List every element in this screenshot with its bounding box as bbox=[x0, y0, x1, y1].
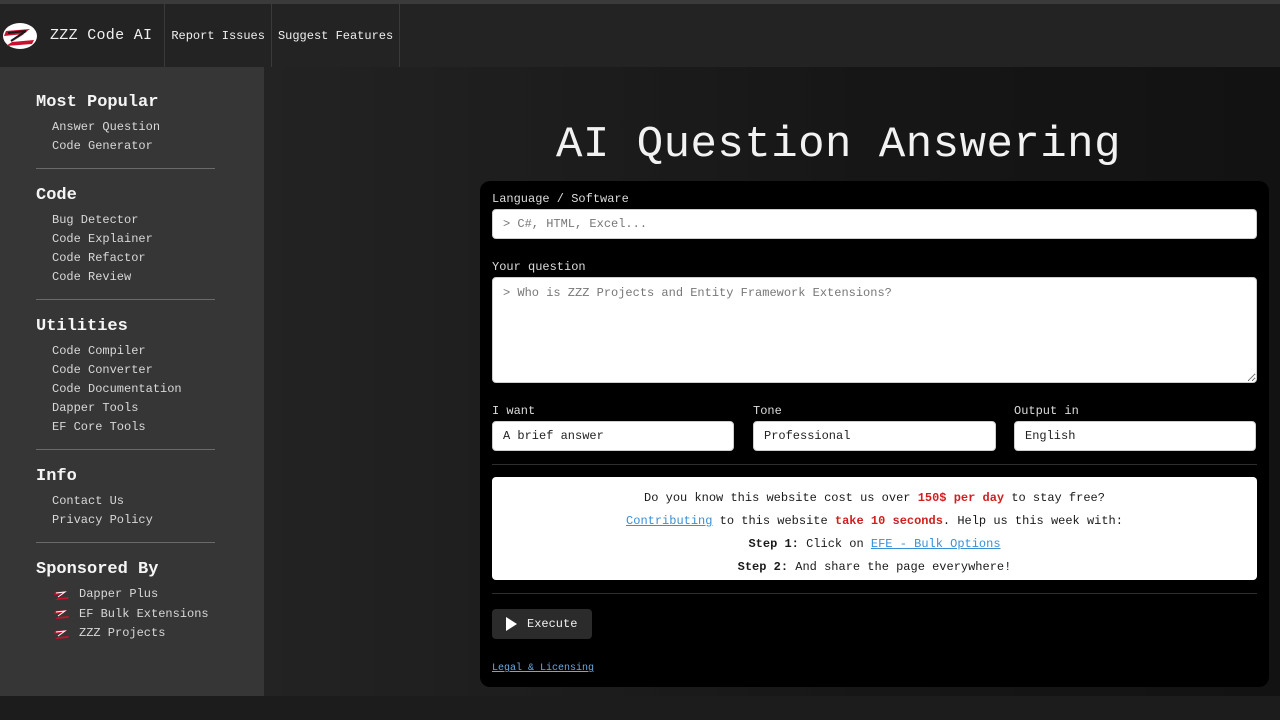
notice-step-1: Step 1: Click on EFE - Bulk Options bbox=[492, 533, 1257, 556]
sidebar-item-code-explainer[interactable]: Code Explainer bbox=[36, 230, 264, 249]
zzz-logo-icon bbox=[54, 590, 69, 600]
sidebar-item-dapper-tools[interactable]: Dapper Tools bbox=[36, 399, 264, 418]
play-icon bbox=[506, 617, 517, 631]
notice-text: to this website bbox=[712, 514, 835, 528]
language-label: Language / Software bbox=[492, 192, 629, 206]
notice-highlight: 150$ per day bbox=[917, 491, 1005, 505]
sponsor-label: EF Bulk Extensions bbox=[79, 606, 209, 621]
sidebar-item-contact-us[interactable]: Contact Us bbox=[36, 492, 264, 511]
zzz-logo-icon bbox=[54, 629, 69, 639]
nav-report-issues[interactable]: Report Issues bbox=[165, 4, 272, 67]
sidebar-item-code-refactor[interactable]: Code Refactor bbox=[36, 249, 264, 268]
bottom-strip bbox=[0, 696, 1280, 720]
sidebar-item-privacy-policy[interactable]: Privacy Policy bbox=[36, 511, 264, 530]
sponsor-ef-bulk-extensions[interactable]: EF Bulk Extensions bbox=[36, 605, 264, 625]
step-label: Step 2: bbox=[737, 560, 789, 574]
execute-button[interactable]: Execute bbox=[492, 609, 592, 639]
divider bbox=[36, 168, 215, 169]
sidebar-item-code-review[interactable]: Code Review bbox=[36, 268, 264, 287]
sponsor-label: ZZZ Projects bbox=[79, 626, 166, 640]
tone-select[interactable] bbox=[753, 421, 996, 451]
want-label: I want bbox=[492, 404, 536, 418]
page-title: AI Question Answering bbox=[556, 120, 1121, 170]
sidebar-section-utilities: Utilities Code Compiler Code Converter C… bbox=[36, 317, 264, 437]
language-input[interactable] bbox=[492, 209, 1257, 239]
donation-notice: Do you know this website cost us over 15… bbox=[492, 477, 1257, 580]
output-label: Output in bbox=[1014, 404, 1079, 418]
zzz-logo-icon bbox=[3, 22, 37, 49]
notice-text: . Help us this week with: bbox=[942, 514, 1123, 528]
brand-name: ZZZ Code AI bbox=[50, 27, 153, 44]
tone-label: Tone bbox=[753, 404, 782, 418]
notice-text: to stay free? bbox=[1004, 491, 1105, 505]
form-card: Language / Software Your question I want… bbox=[480, 181, 1269, 687]
contributing-link[interactable]: Contributing bbox=[626, 514, 712, 528]
question-label: Your question bbox=[492, 260, 586, 274]
brand[interactable]: ZZZ Code AI bbox=[0, 4, 166, 67]
sidebar-section-code: Code Bug Detector Code Explainer Code Re… bbox=[36, 186, 264, 287]
step-label: Step 1: bbox=[748, 537, 799, 551]
notice-text: Click on bbox=[798, 537, 871, 551]
want-select[interactable] bbox=[492, 421, 734, 451]
notice-text: And share the page everywhere! bbox=[788, 560, 1012, 574]
section-title: Code bbox=[36, 186, 77, 205]
header: ZZZ Code AI Report Issues Suggest Featur… bbox=[0, 4, 1280, 67]
sponsor-zzz-projects[interactable]: ZZZ Projects bbox=[36, 624, 264, 644]
divider bbox=[36, 449, 215, 450]
zzz-logo-icon bbox=[54, 610, 69, 620]
divider bbox=[492, 464, 1257, 465]
sponsor-dapper-plus[interactable]: Dapper Plus bbox=[36, 585, 264, 605]
section-title: Utilities bbox=[36, 317, 128, 336]
divider bbox=[36, 542, 215, 543]
notice-highlight: take 10 seconds bbox=[834, 514, 943, 528]
divider bbox=[492, 593, 1257, 594]
sidebar-item-answer-question[interactable]: Answer Question bbox=[36, 118, 264, 137]
question-textarea[interactable] bbox=[492, 277, 1257, 383]
sidebar-item-ef-core-tools[interactable]: EF Core Tools bbox=[36, 418, 264, 437]
sidebar-item-bug-detector[interactable]: Bug Detector bbox=[36, 211, 264, 230]
sidebar-section-sponsored: Sponsored By Dapper Plus EF Bulk Extensi… bbox=[36, 560, 264, 644]
execute-label: Execute bbox=[527, 617, 578, 631]
notice-line-1: Do you know this website cost us over 15… bbox=[492, 487, 1257, 510]
divider bbox=[36, 299, 215, 300]
section-title: Most Popular bbox=[36, 93, 159, 112]
nav-suggest-features[interactable]: Suggest Features bbox=[272, 4, 401, 67]
notice-line-2: Contributing to this website take 10 sec… bbox=[492, 510, 1257, 533]
output-select[interactable] bbox=[1014, 421, 1256, 451]
sidebar: Most Popular Answer Question Code Genera… bbox=[0, 67, 264, 696]
sidebar-section-most-popular: Most Popular Answer Question Code Genera… bbox=[36, 93, 264, 156]
section-title: Info bbox=[36, 467, 77, 486]
sidebar-item-code-compiler[interactable]: Code Compiler bbox=[36, 342, 264, 361]
notice-step-2: Step 2: And share the page everywhere! bbox=[492, 556, 1257, 579]
sidebar-item-code-documentation[interactable]: Code Documentation bbox=[36, 380, 264, 399]
efe-bulk-options-link[interactable]: EFE - Bulk Options bbox=[871, 537, 1001, 551]
sidebar-item-code-converter[interactable]: Code Converter bbox=[36, 361, 264, 380]
legal-licensing-link[interactable]: Legal & Licensing bbox=[492, 663, 594, 674]
sponsor-label: Dapper Plus bbox=[79, 587, 159, 601]
notice-text: Do you know this website cost us over bbox=[644, 491, 918, 505]
sidebar-section-info: Info Contact Us Privacy Policy bbox=[36, 467, 264, 530]
section-title: Sponsored By bbox=[36, 560, 159, 579]
sidebar-item-code-generator[interactable]: Code Generator bbox=[36, 137, 264, 156]
